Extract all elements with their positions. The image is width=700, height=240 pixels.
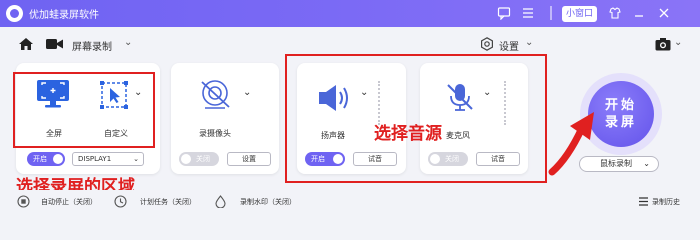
- skin-icon[interactable]: [608, 6, 622, 20]
- video-camera-icon: [46, 39, 63, 49]
- region-toggle[interactable]: 开启: [27, 152, 65, 166]
- camera-card: ⌄ 录摄像头 关闭 设置: [171, 63, 279, 174]
- settings-label[interactable]: 设置: [499, 38, 519, 53]
- display-chevron-down-icon: ⌄: [133, 155, 139, 163]
- camera-chevron-down-icon[interactable]: ⌄: [243, 87, 251, 98]
- schedule-label[interactable]: 计划任务（关闭）: [140, 197, 196, 207]
- hamburger-menu-icon[interactable]: [521, 6, 535, 20]
- mode-label[interactable]: 屏幕录制: [72, 38, 112, 53]
- region-toggle-label: 开启: [33, 155, 47, 163]
- screenshot-chevron-down-icon[interactable]: ⌄: [674, 37, 682, 48]
- history-list-icon[interactable]: [637, 195, 650, 208]
- mouse-record-value: 鼠标录制: [600, 159, 632, 168]
- separator-icon: [544, 5, 558, 20]
- history-label[interactable]: 录制历史: [652, 197, 680, 207]
- audio-annotation: 选择音源: [374, 124, 442, 144]
- camera-toggle-label: 关闭: [196, 155, 210, 163]
- schedule-clock-icon[interactable]: [114, 195, 127, 208]
- camera-label: 录摄像头: [199, 129, 231, 138]
- region-highlight-box: [13, 72, 155, 148]
- app-title: 优加蛙录屏软件: [29, 10, 99, 21]
- watermark-label[interactable]: 录制水印（关闭）: [240, 197, 296, 207]
- watermark-drop-icon[interactable]: [214, 195, 227, 208]
- home-icon[interactable]: [18, 37, 34, 51]
- auto-stop-icon[interactable]: [17, 195, 30, 208]
- message-icon[interactable]: [497, 6, 511, 21]
- settings-chevron-down-icon[interactable]: ⌄: [525, 37, 533, 48]
- close-icon[interactable]: [657, 6, 671, 20]
- mini-window-button[interactable]: 小窗口: [562, 6, 597, 22]
- camera-toggle[interactable]: 关闭: [179, 152, 219, 166]
- mode-chevron-down-icon[interactable]: ⌄: [124, 37, 132, 48]
- display-select-value: DISPLAY1: [78, 155, 112, 163]
- camera-settings-button[interactable]: 设置: [227, 152, 271, 166]
- title-bar: 优加蛙录屏软件 小窗口: [0, 0, 700, 27]
- display-select[interactable]: DISPLAY1 ⌄: [72, 152, 144, 166]
- mouse-record-chevron-down-icon: ⌄: [643, 159, 650, 168]
- pointer-arrow-icon: [548, 112, 594, 176]
- screenshot-camera-icon[interactable]: [655, 37, 671, 51]
- gear-icon[interactable]: [480, 37, 494, 51]
- minimize-icon[interactable]: [632, 6, 646, 20]
- bottom-bar: 自动停止（关闭） 计划任务（关闭） 录制水印（关闭） 录制历史: [0, 190, 700, 213]
- auto-stop-label[interactable]: 自动停止（关闭）: [41, 197, 97, 207]
- camera-off-icon[interactable]: [199, 79, 235, 111]
- app-logo-icon: [6, 5, 23, 22]
